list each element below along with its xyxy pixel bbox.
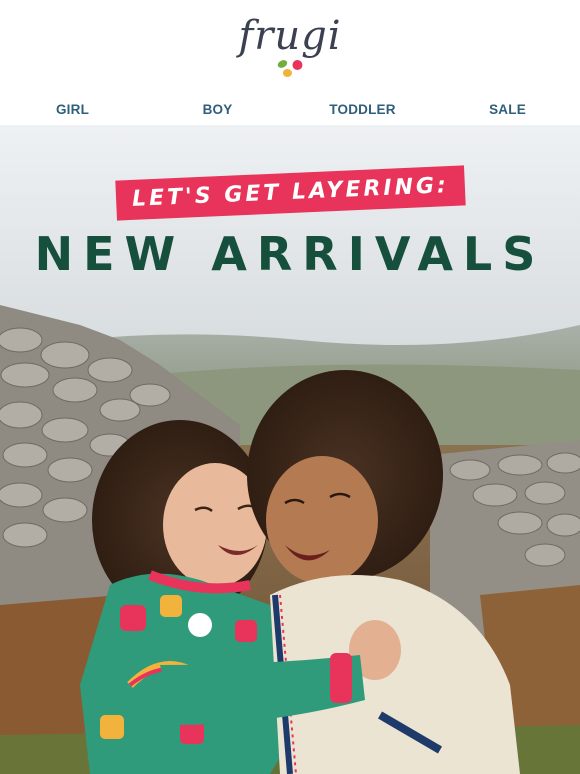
hero-tagline: LET'S GET LAYERING: xyxy=(114,165,466,221)
main-nav: GIRL BOY TODDLER SALE xyxy=(0,94,580,125)
nav-link-boy[interactable]: BOY xyxy=(145,102,290,117)
hero-photo xyxy=(0,125,580,774)
tagline-container: LET'S GET LAYERING: xyxy=(0,165,580,221)
email-page: frugi GIRL BOY TODDLER SALE LET'S GET LA… xyxy=(0,0,580,774)
nav-link-sale[interactable]: SALE xyxy=(435,102,580,117)
hero-banner[interactable]: LET'S GET LAYERING: NEW ARRIVALS xyxy=(0,125,580,774)
leaves-icon xyxy=(277,60,302,77)
frugi-logo[interactable]: frugi xyxy=(238,14,341,80)
logo-wordmark: frugi xyxy=(238,13,342,59)
nav-link-girl[interactable]: GIRL xyxy=(0,102,145,117)
hero-headline: NEW ARRIVALS xyxy=(34,227,546,281)
header: frugi xyxy=(0,0,580,94)
nav-link-toddler[interactable]: TODDLER xyxy=(290,102,435,117)
